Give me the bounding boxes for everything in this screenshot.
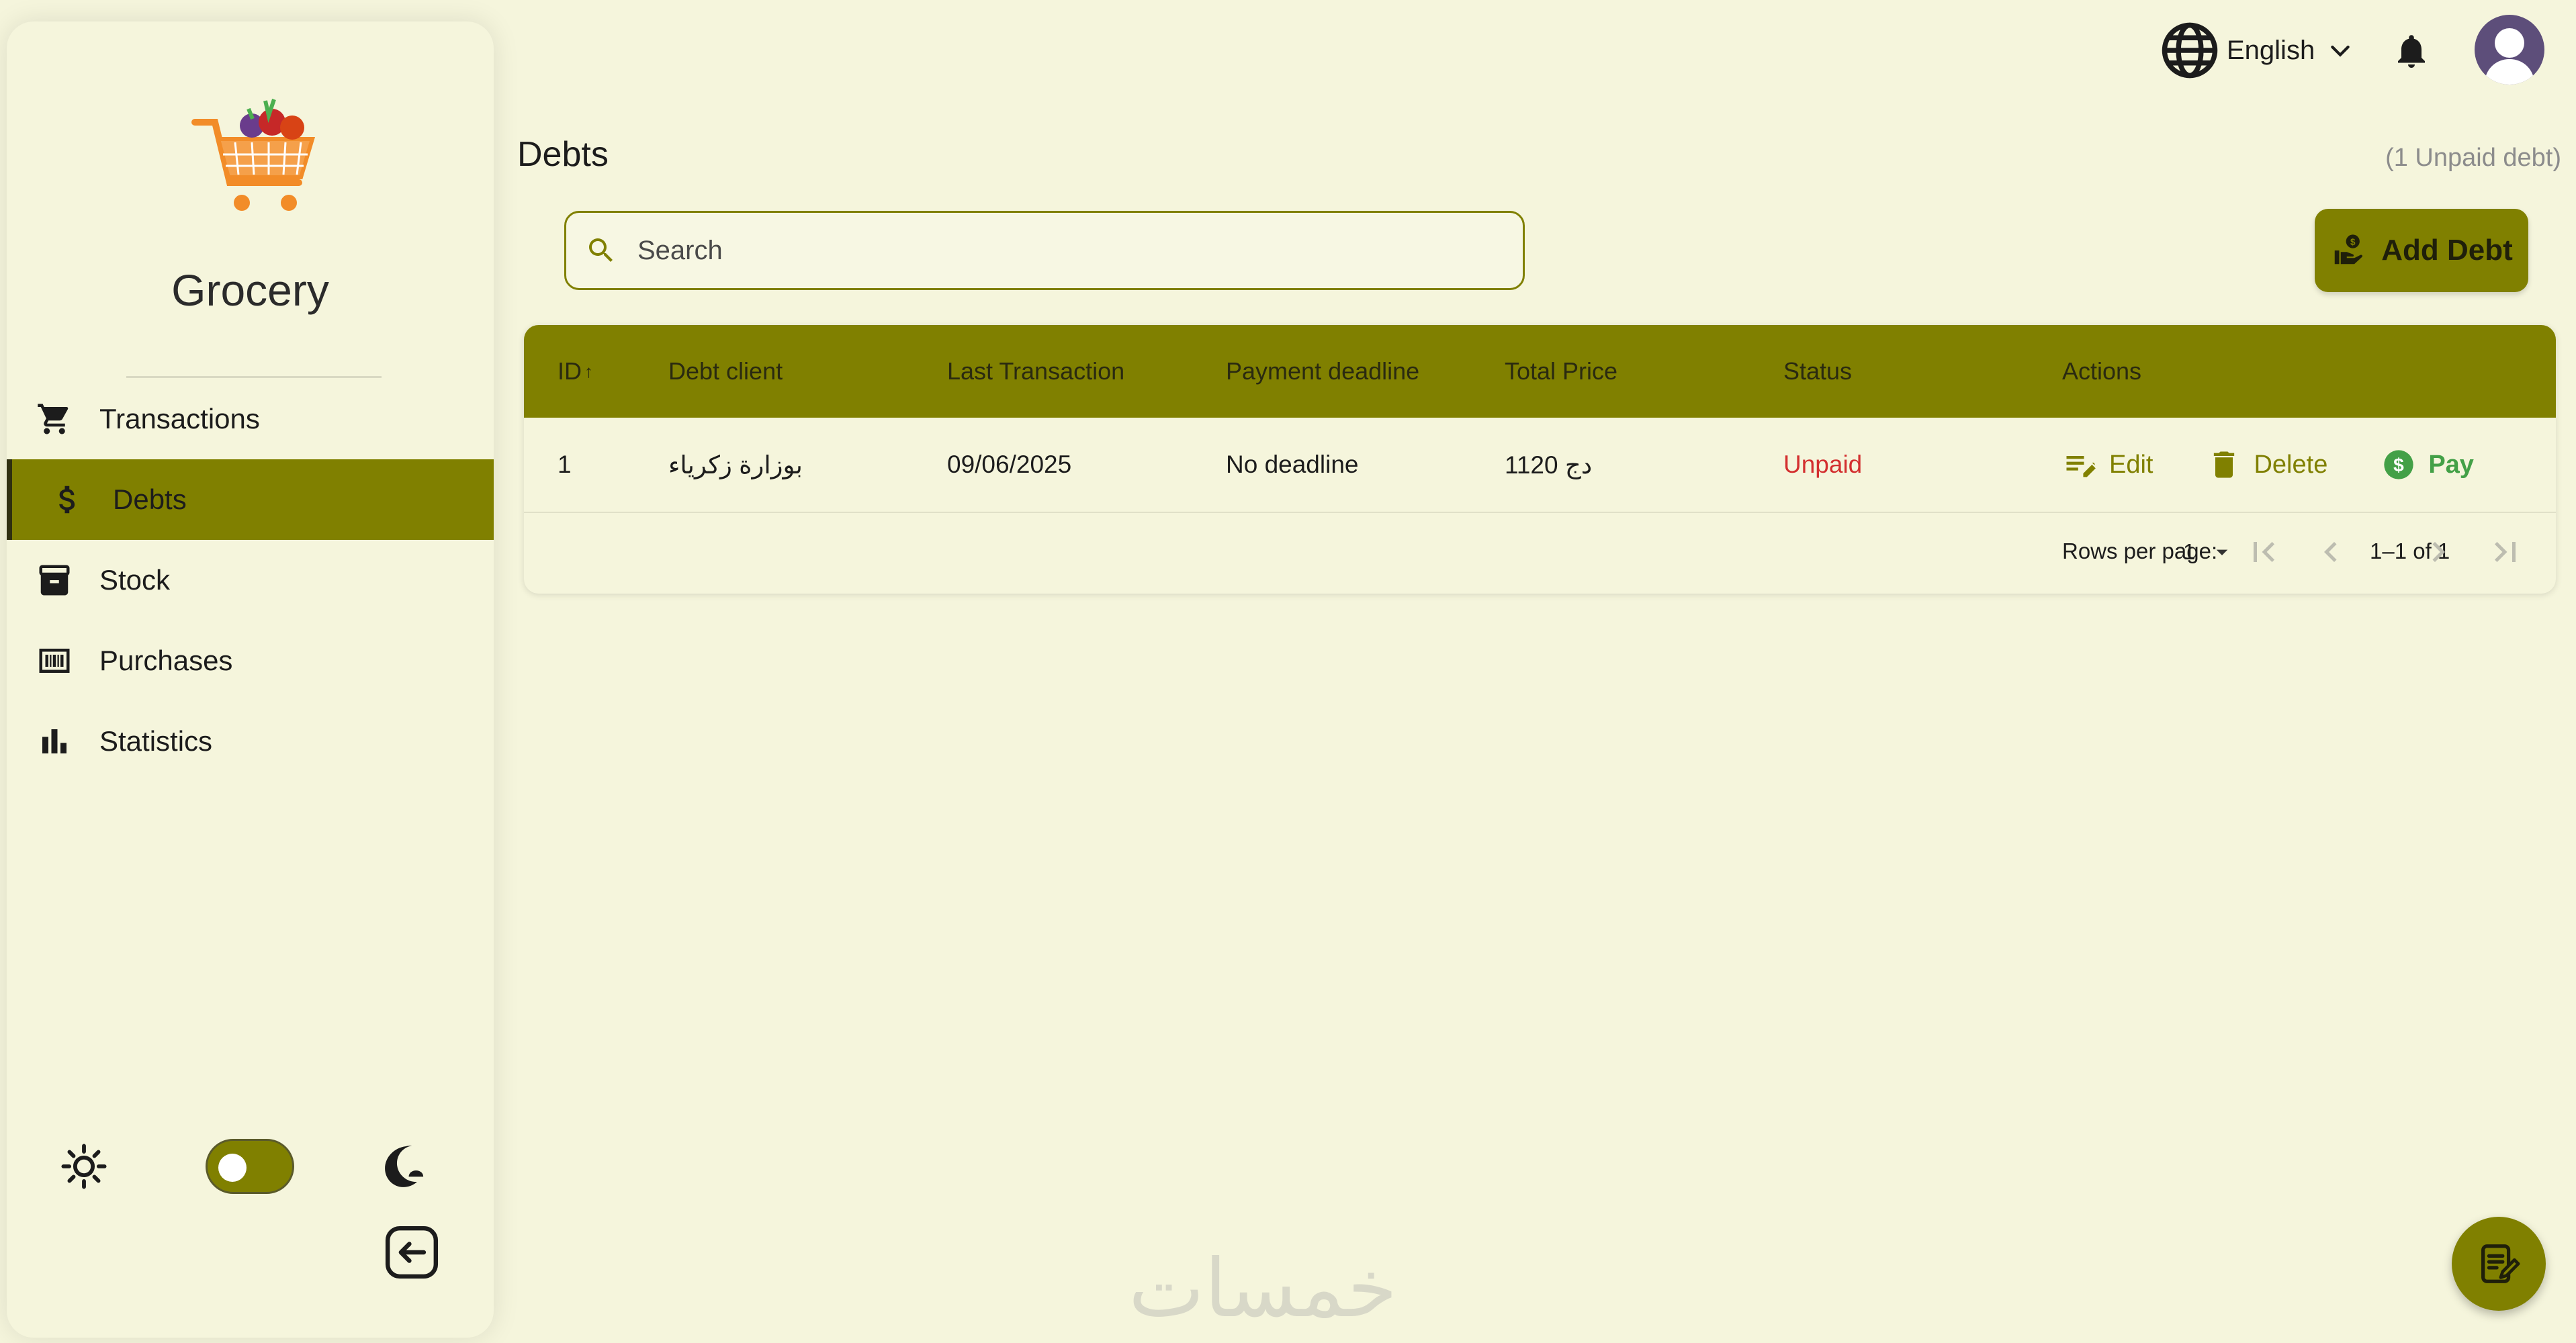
header-total-price[interactable]: Total Price <box>1505 325 1617 418</box>
barcode-icon <box>36 643 73 679</box>
sidebar-item-label: Statistics <box>99 725 213 757</box>
cell-deadline: No deadline <box>1226 451 1359 478</box>
header-status[interactable]: Status <box>1783 325 1852 418</box>
search-input[interactable] <box>636 234 1512 267</box>
dollar-circle-icon: $ <box>2384 450 2413 479</box>
header-actions: Actions <box>2062 357 2142 385</box>
sidebar-item-transactions[interactable]: Transactions <box>7 379 494 459</box>
sidebar-item-statistics[interactable]: Statistics <box>7 701 494 782</box>
sidebar-item-debts[interactable]: Debts <box>7 459 494 540</box>
edit-button[interactable]: Edit <box>2062 447 2153 482</box>
trash-icon <box>2214 451 2235 478</box>
theme-switcher <box>7 1129 494 1203</box>
svg-text:$: $ <box>2350 237 2356 247</box>
money-hand-icon: $ <box>2334 234 2363 265</box>
table-pagination: Rows per page: 1 1–1 of 1 <box>524 512 2556 591</box>
first-page-icon[interactable] <box>2244 532 2284 572</box>
sort-arrow-icon: ↑ <box>584 361 593 381</box>
status-badge: Unpaid <box>1783 451 1863 478</box>
caret-down-icon <box>2217 549 2228 555</box>
bar-chart-icon <box>36 723 73 759</box>
page-title: Debts <box>517 135 609 174</box>
header-payment-deadline[interactable]: Payment deadline <box>1226 325 1419 418</box>
bell-icon[interactable] <box>2391 31 2432 71</box>
user-avatar[interactable] <box>2475 15 2544 85</box>
delete-button[interactable]: Delete <box>2207 447 2327 482</box>
sidebar-item-label: Debts <box>113 483 187 515</box>
cart-icon <box>36 401 73 437</box>
sidebar-item-purchases[interactable]: Purchases <box>7 620 494 701</box>
cell-client: بوزارة زكرياء <box>668 451 803 479</box>
sidebar: Grocery Transactions Debts Stock Purchas… <box>7 21 494 1338</box>
search-icon <box>589 238 613 262</box>
sidebar-divider <box>126 376 382 378</box>
watermark: خمسات <box>1128 1242 1398 1336</box>
add-debt-label: Add Debt <box>2381 234 2513 267</box>
add-debt-button[interactable]: $ Add Debt <box>2315 209 2528 292</box>
sidebar-item-label: Transactions <box>99 403 260 434</box>
dollar-icon <box>50 481 86 518</box>
debts-table: ID ↑ Debt client Last Transaction Payment… <box>524 325 2556 594</box>
notes-fab-button[interactable] <box>2452 1217 2546 1311</box>
theme-toggle[interactable] <box>206 1139 294 1194</box>
last-page-icon[interactable] <box>2485 532 2526 572</box>
sidebar-item-label: Stock <box>99 564 171 596</box>
pay-button[interactable]: $ Pay <box>2381 447 2474 482</box>
language-selector[interactable]: English <box>2160 19 2354 82</box>
previous-page-icon[interactable] <box>2311 532 2351 572</box>
next-page-icon[interactable] <box>2418 532 2458 572</box>
header-last-transaction[interactable]: Last Transaction <box>947 325 1124 418</box>
chevron-down-icon <box>2331 45 2350 57</box>
sun-icon <box>61 1144 107 1189</box>
collapse-sidebar-button[interactable] <box>383 1223 441 1281</box>
cell-actions: Edit Delete $ Pay <box>2062 418 2528 512</box>
edit-icon <box>2066 456 2096 477</box>
header-id[interactable]: ID ↑ <box>558 325 593 418</box>
app-name: Grocery <box>171 265 329 315</box>
header-debt-client[interactable]: Debt client <box>668 325 783 418</box>
note-edit-icon <box>2481 1244 2520 1283</box>
sidebar-item-label: Purchases <box>99 645 233 676</box>
moon-icon <box>385 1146 424 1187</box>
unpaid-count: (1 Unpaid debt) <box>2385 144 2561 172</box>
globe-icon <box>2162 22 2218 79</box>
cell-id: 1 <box>558 451 572 478</box>
person-icon <box>2484 28 2535 85</box>
sidebar-item-stock[interactable]: Stock <box>7 540 494 620</box>
table-row: 1 بوزارة زكرياء 09/06/2025 No deadline 1… <box>524 418 2556 513</box>
language-label: English <box>2227 35 2315 65</box>
toggle-knob <box>218 1154 247 1182</box>
search-field[interactable] <box>564 211 1525 290</box>
archive-icon <box>36 562 73 598</box>
delete-label: Delete <box>2254 450 2328 479</box>
rows-per-page-value: 1 <box>2183 539 2196 564</box>
table-header: ID ↑ Debt client Last Transaction Payment… <box>524 325 2556 418</box>
svg-text:$: $ <box>2393 455 2404 475</box>
edit-label: Edit <box>2109 450 2153 479</box>
cell-total-price: 1120 دج <box>1505 451 1593 479</box>
cell-last-transaction: 09/06/2025 <box>947 451 1072 478</box>
grocery-cart-logo <box>191 99 316 211</box>
pay-label: Pay <box>2428 450 2474 479</box>
rows-per-page-select[interactable]: 1 <box>2183 539 2235 565</box>
